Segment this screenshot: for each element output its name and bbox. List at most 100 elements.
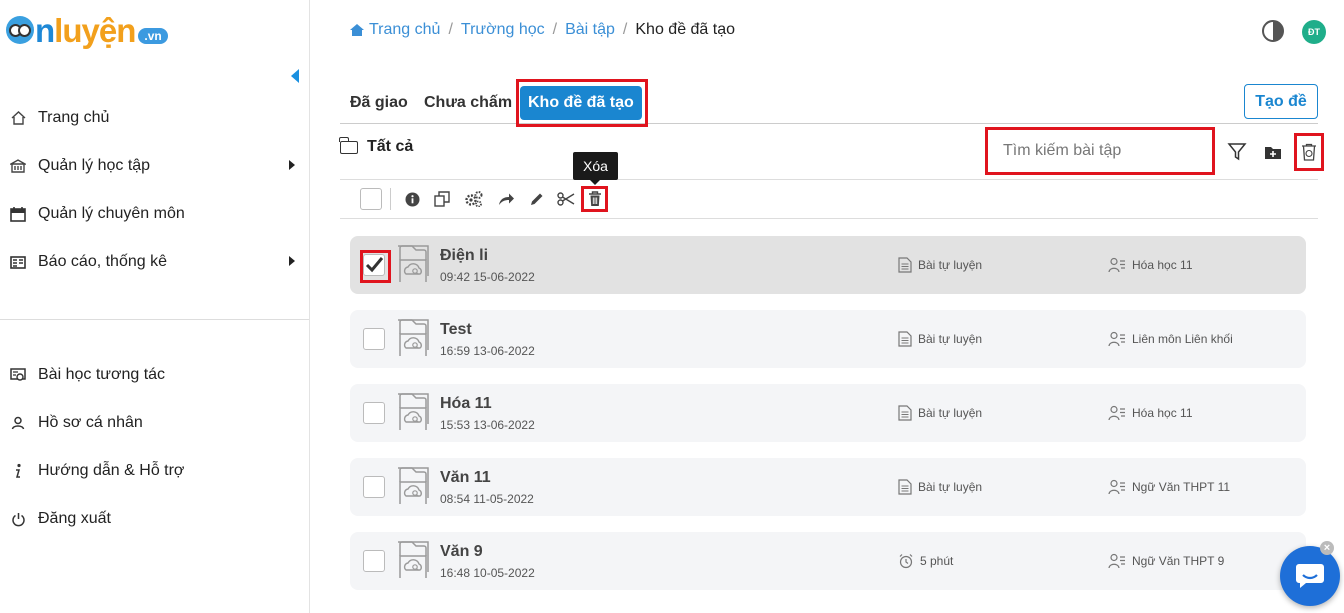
copy-icon[interactable]: [433, 190, 451, 208]
alarm-clock-icon: [898, 553, 914, 569]
row-checkbox[interactable]: [363, 328, 385, 350]
exercise-target-label: Liên môn Liên khối: [1132, 332, 1233, 346]
sidebar-collapse-icon[interactable]: [291, 69, 299, 83]
logo-text: luyện: [54, 11, 136, 49]
exercise-row[interactable]: Văn 9 16:48 10-05-2022 5 phút Ngữ Văn THPT …: [350, 532, 1306, 590]
user-list-icon: [1108, 257, 1126, 273]
chat-bubble-icon: [1296, 564, 1324, 588]
folder-all[interactable]: Tất cả: [339, 136, 413, 156]
sidebar-item-label: Trang chủ: [38, 109, 110, 126]
info-icon[interactable]: [403, 190, 421, 208]
report-icon: [10, 254, 26, 270]
share-icon[interactable]: [497, 190, 515, 208]
breadcrumb-trang-chu[interactable]: Trang chủ: [369, 21, 440, 39]
exercise-type: Bài tự luyện: [898, 479, 982, 495]
divider: [340, 218, 1318, 219]
exercise-target-label: Hóa học 11: [1132, 406, 1193, 420]
sidebar-item-trang-chu[interactable]: Trang chủ: [0, 98, 309, 138]
sidebar-divider: [0, 319, 309, 320]
sidebar-item-huong-dan-ho-tro[interactable]: Hướng dẫn & Hỗ trợ: [0, 451, 309, 491]
sidebar-item-label: Đăng xuất: [38, 510, 111, 527]
filter-icon[interactable]: [1225, 140, 1249, 164]
user-icon: [10, 415, 26, 431]
row-checkbox[interactable]: [360, 250, 391, 283]
home-icon: [10, 110, 26, 126]
cloud-document-icon: [396, 244, 430, 284]
school-icon: [10, 158, 26, 174]
search-input[interactable]: [988, 130, 1212, 171]
logo-text-n: n: [35, 11, 55, 49]
document-icon: [898, 479, 912, 495]
exercise-type-label: 5 phút: [920, 554, 954, 568]
home-icon: [350, 24, 364, 36]
add-folder-icon[interactable]: [1261, 140, 1285, 164]
exercise-target-label: Hóa học 11: [1132, 258, 1193, 272]
tab-kho-de-da-tao[interactable]: Kho đề đã tạo: [520, 86, 642, 120]
avatar[interactable]: ĐT: [1302, 20, 1326, 44]
exercise-date: 15:53 13-06-2022: [440, 418, 535, 432]
exercise-date: 16:59 13-06-2022: [440, 344, 535, 358]
tab-da-giao[interactable]: Đã giao: [350, 86, 408, 120]
calendar-icon: [10, 206, 26, 222]
tooltip-delete: Xóa: [573, 152, 618, 185]
tab-chua-cham[interactable]: Chưa chấm: [424, 86, 512, 120]
theme-toggle-icon[interactable]: [1262, 20, 1284, 42]
sidebar-item-bao-cao-thong-ke[interactable]: Báo cáo, thống kê: [0, 242, 309, 282]
exercise-row[interactable]: Văn 11 08:54 11-05-2022 Bài tự luyện Ngữ Vă…: [350, 458, 1306, 516]
sidebar-item-dang-xuat[interactable]: Đăng xuất: [0, 499, 309, 539]
user-list-icon: [1108, 331, 1126, 347]
sidebar-item-label: Báo cáo, thống kê: [38, 253, 167, 270]
breadcrumb-truong-hoc[interactable]: Trường học: [461, 21, 545, 39]
sidebar-item-quan-ly-hoc-tap[interactable]: Quản lý học tập: [0, 146, 309, 186]
exercise-row[interactable]: Hóa 11 15:53 13-06-2022 Bài tự luyện Hóa họ…: [350, 384, 1306, 442]
cloud-document-icon: [396, 318, 430, 358]
exercise-type-label: Bài tự luyện: [918, 480, 983, 494]
delete-icon[interactable]: [586, 190, 604, 208]
document-icon: [898, 257, 912, 273]
exercise-row[interactable]: Điện li 09:42 15-06-2022 Bài tự luyện Hóa h…: [350, 236, 1306, 294]
exercise-row[interactable]: Test 16:59 13-06-2022 Bài tự luyện Liên môn…: [350, 310, 1306, 368]
exercise-title[interactable]: Test: [440, 321, 472, 339]
interactive-lesson-icon: [10, 367, 26, 383]
sidebar-item-quan-ly-chuyen-mon[interactable]: Quản lý chuyên môn: [0, 194, 309, 234]
user-list-icon: [1108, 479, 1126, 495]
row-checkbox[interactable]: [363, 402, 385, 424]
exercise-type-label: Bài tự luyện: [918, 258, 983, 272]
recycle-bin-icon[interactable]: [1297, 140, 1321, 164]
exercise-target-label: Ngữ Văn THPT 11: [1132, 480, 1231, 494]
sidebar-item-bai-hoc-tuong-tac[interactable]: Bài học tương tác: [0, 355, 309, 395]
main-content: Trang chủ / Trường học / Bài tập / Kho đ…: [310, 0, 1344, 613]
breadcrumb-bai-tap[interactable]: Bài tập: [565, 21, 615, 39]
toolbar-separator: [390, 188, 391, 210]
sidebar-item-label: Quản lý chuyên môn: [38, 205, 185, 222]
tabs: Đã giao Chưa chấm Kho đề đã tạo: [340, 84, 1318, 124]
edit-icon[interactable]: [527, 190, 545, 208]
exercise-title[interactable]: Hóa 11: [440, 395, 492, 413]
exercise-title[interactable]: Điện li: [440, 247, 488, 265]
sidebar: n luyện .vn Trang chủ Quản lý học tập Quả…: [0, 0, 310, 613]
user-list-icon: [1108, 405, 1126, 421]
sidebar-item-ho-so-ca-nhan[interactable]: Hồ sơ cá nhân: [0, 403, 309, 443]
exercise-target: Ngữ Văn THPT 11: [1108, 479, 1230, 495]
sidebar-item-label: Bài học tương tác: [38, 366, 166, 383]
exercise-type-label: Bài tự luyện: [918, 406, 983, 420]
chat-button[interactable]: [1280, 546, 1340, 606]
exercise-type: Bài tự luyện: [898, 257, 982, 273]
row-checkbox[interactable]: [363, 550, 385, 572]
breadcrumb-current: Kho đề đã tạo: [635, 21, 736, 38]
create-exam-button[interactable]: Tạo đề: [1244, 84, 1318, 119]
checkmark-icon: [365, 257, 384, 273]
select-all-checkbox[interactable]: [360, 188, 382, 210]
exercise-title[interactable]: Văn 9: [440, 543, 483, 561]
exercise-title[interactable]: Văn 11: [440, 469, 491, 487]
row-checkbox[interactable]: [363, 476, 385, 498]
cut-icon[interactable]: [557, 190, 575, 208]
settings-icon[interactable]: [465, 190, 483, 208]
chat-close-icon[interactable]: ×: [1320, 541, 1334, 555]
exercise-target: Hóa học 11: [1108, 257, 1193, 273]
logo[interactable]: n luyện .vn: [6, 10, 168, 50]
sidebar-item-label: Hồ sơ cá nhân: [38, 414, 143, 431]
exercise-target: Ngữ Văn THPT 9: [1108, 553, 1224, 569]
document-icon: [898, 331, 912, 347]
exercise-type: 5 phút: [898, 553, 953, 569]
